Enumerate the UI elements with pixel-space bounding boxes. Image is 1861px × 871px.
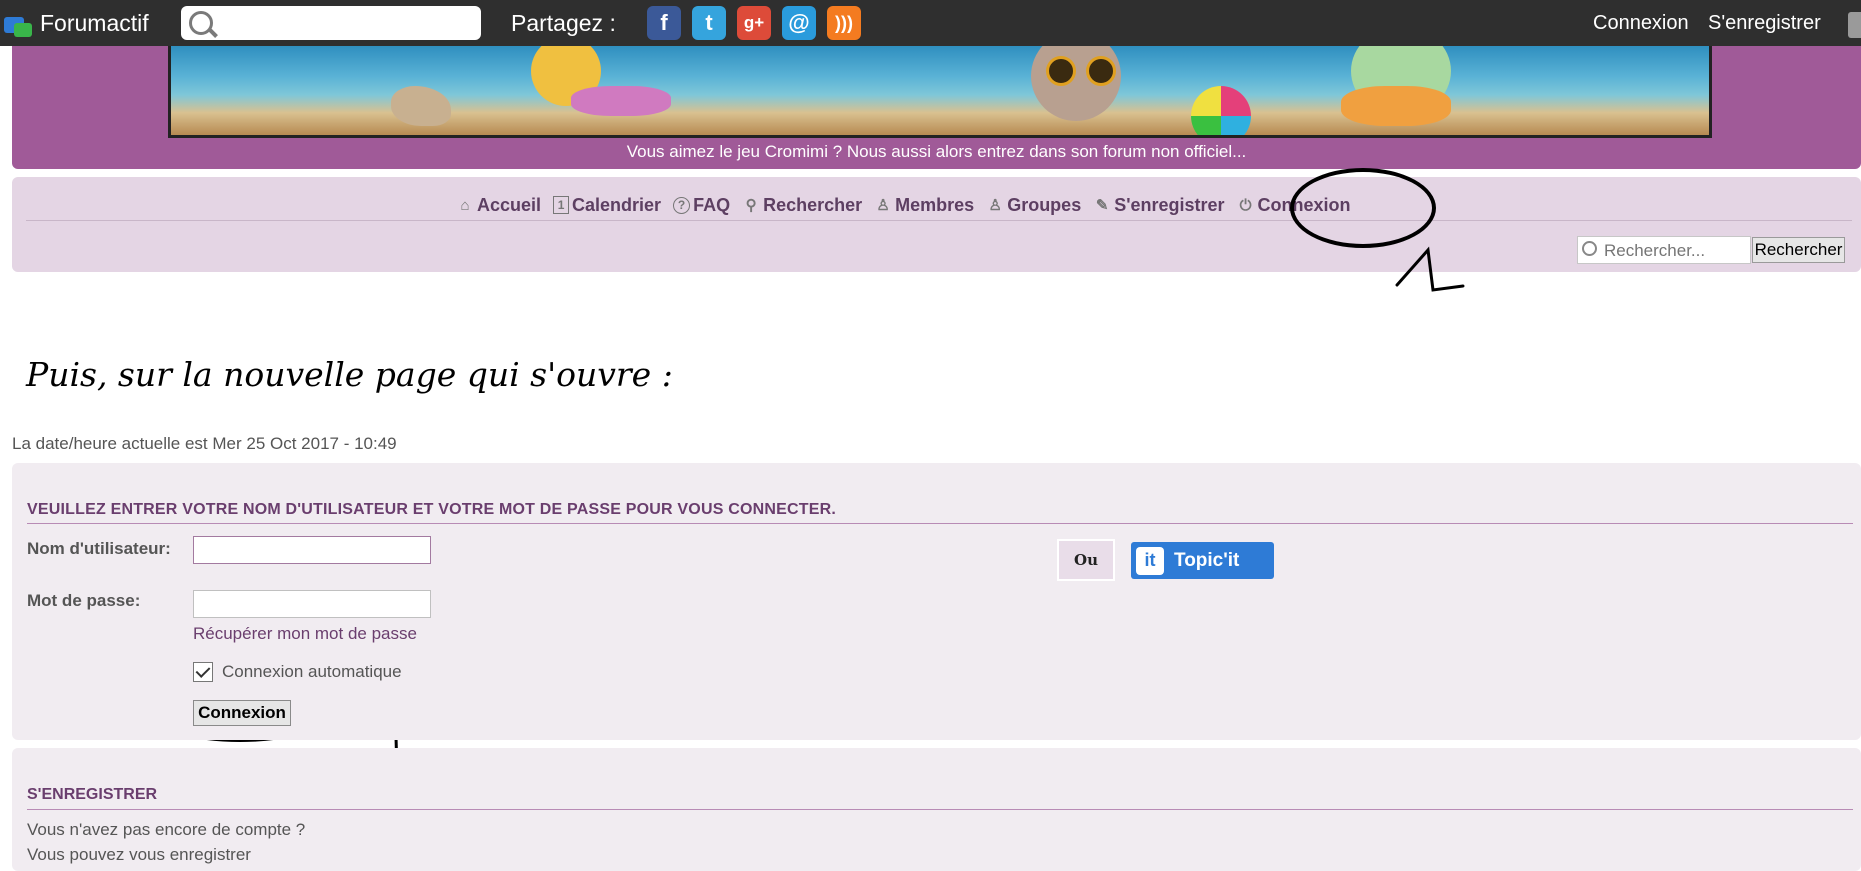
help-icon: ? xyxy=(673,196,691,214)
nav-divider xyxy=(26,220,1852,221)
forumactif-brand[interactable]: Forumactif xyxy=(0,0,149,46)
groups-icon: ♙ xyxy=(988,197,1002,214)
calendar-icon: 1 xyxy=(553,196,570,214)
autologin-checkbox[interactable] xyxy=(193,662,213,682)
username-field[interactable] xyxy=(193,536,431,564)
brand-label: Forumactif xyxy=(40,9,149,36)
login-divider xyxy=(27,523,1853,524)
top-search-input[interactable] xyxy=(225,10,479,38)
nav-search-input[interactable] xyxy=(1602,239,1752,263)
nav-membres[interactable]: ♙ Membres xyxy=(874,195,974,216)
top-login-link[interactable]: Connexion xyxy=(1593,12,1689,35)
share-label: Partagez : xyxy=(511,10,616,36)
nav-groupes[interactable]: ♙ Groupes xyxy=(986,195,1081,216)
topicit-icon: it xyxy=(1136,546,1164,575)
or-separator: Ou xyxy=(1057,539,1115,581)
login-submit-button[interactable]: Connexion xyxy=(193,700,291,726)
instruction-text: Puis, sur la nouvelle page qui s'ouvre : xyxy=(26,355,673,394)
login-heading: VEUILLEZ ENTRER VOTRE NOM D'UTILISATEUR … xyxy=(27,501,836,518)
rss-icon[interactable]: ))) xyxy=(827,6,861,40)
facebook-icon[interactable]: f xyxy=(647,6,681,40)
twitter-icon[interactable]: t xyxy=(692,6,726,40)
email-icon[interactable]: @ xyxy=(782,6,816,40)
toolbar-edge-icon[interactable] xyxy=(1848,12,1861,38)
members-icon: ♙ xyxy=(876,197,890,214)
main-nav: ⌂ Accueil 1 Calendrier ? FAQ ⚲ Rechercher ♙ M… xyxy=(456,193,1363,217)
recover-password-link[interactable]: Récupérer mon mot de passe xyxy=(193,624,417,644)
home-icon: ⌂ xyxy=(460,196,470,214)
search-icon xyxy=(1582,241,1597,256)
nav-faq[interactable]: ? FAQ xyxy=(673,195,730,216)
beach-ball xyxy=(1191,86,1251,135)
top-register-link[interactable]: S'enregistrer xyxy=(1708,12,1821,35)
password-label: Mot de passe: xyxy=(27,591,141,610)
register-link[interactable]: Vous pouvez vous enregistrer xyxy=(27,845,251,865)
nav-search-box[interactable] xyxy=(1577,236,1752,264)
topicit-label: Topic'it xyxy=(1174,549,1240,571)
nav-calendrier[interactable]: 1 Calendrier xyxy=(553,195,661,216)
register-heading: S'ENREGISTRER xyxy=(27,786,158,803)
power-icon: ⏻ xyxy=(1239,196,1252,214)
nav-enregistrer[interactable]: ✎ S'enregistrer xyxy=(1093,195,1225,216)
register-prompt: Vous n'avez pas encore de compte ? xyxy=(27,820,306,839)
autologin-label[interactable]: Connexion automatique xyxy=(222,662,402,682)
google-plus-icon[interactable]: g+ xyxy=(737,6,771,40)
register-icon: ✎ xyxy=(1095,197,1109,214)
username-label: Nom d'utilisateur: xyxy=(27,539,171,558)
current-datetime: La date/heure actuelle est Mer 25 Oct 20… xyxy=(12,434,397,453)
nav-search-button[interactable]: Rechercher xyxy=(1752,237,1845,263)
annotation-number-1: 1 xyxy=(1395,246,1465,292)
search-icon: ⚲ xyxy=(745,197,757,214)
topicit-login-button[interactable]: it Topic'it xyxy=(1131,542,1274,579)
checkmark-icon xyxy=(195,663,211,678)
nav-rechercher[interactable]: ⚲ Rechercher xyxy=(742,195,863,216)
nav-accueil[interactable]: ⌂ Accueil xyxy=(456,195,541,216)
top-search-box[interactable] xyxy=(181,6,481,40)
password-field[interactable] xyxy=(193,590,431,618)
forum-slogan: Vous aimez le jeu Cromimi ? Nous aussi a… xyxy=(626,142,1247,161)
forum-banner-image xyxy=(168,46,1712,138)
register-divider xyxy=(27,809,1853,810)
seashell xyxy=(391,86,451,126)
forumactif-logo-icon xyxy=(2,9,34,37)
